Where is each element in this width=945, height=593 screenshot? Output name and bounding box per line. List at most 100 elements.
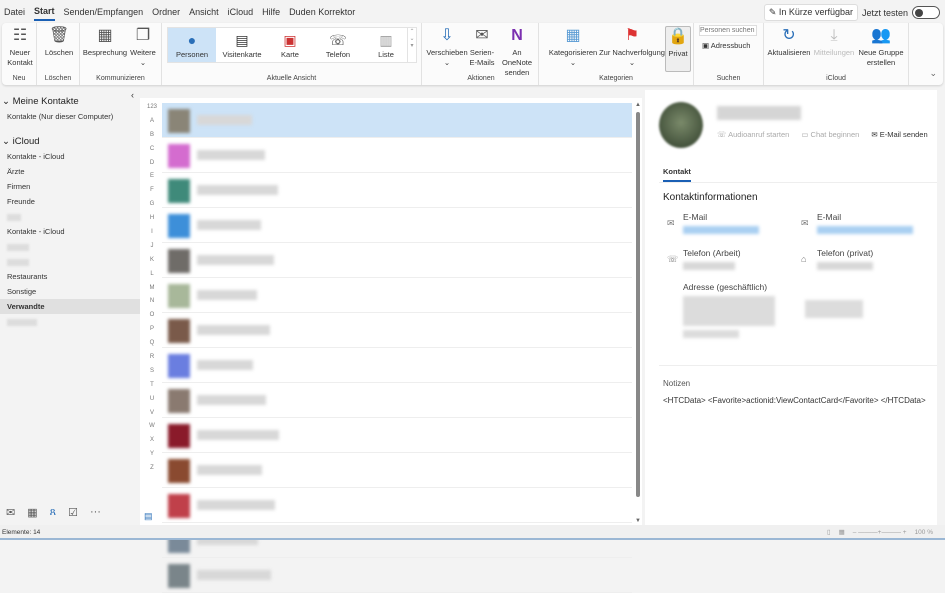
menu-start[interactable]: Start: [34, 3, 55, 21]
tab-kontakt[interactable]: Kontakt: [663, 167, 691, 182]
contact-row[interactable]: [162, 418, 632, 453]
alphabet-letter[interactable]: U: [142, 396, 162, 410]
alphabet-letter[interactable]: E: [142, 173, 162, 187]
categorize-button[interactable]: ▦ Kategorisieren ⌄: [547, 26, 599, 68]
alphabet-letter[interactable]: R: [142, 354, 162, 368]
alphabet-letter[interactable]: B: [142, 132, 162, 146]
folder-item[interactable]: [0, 209, 140, 224]
menu-duden[interactable]: Duden Korrektor: [289, 4, 355, 20]
calendar-icon[interactable]: ▦: [27, 506, 37, 519]
contact-row[interactable]: [162, 138, 632, 173]
contact-row[interactable]: [162, 383, 632, 418]
alphabet-letter[interactable]: S: [142, 368, 162, 382]
private-button[interactable]: 🔒 Privat: [665, 26, 691, 72]
refresh-button[interactable]: ↻ Aktualisieren: [766, 26, 812, 58]
view-karte[interactable]: ▣ Karte: [266, 28, 314, 62]
folder-item[interactable]: Kontakte (Nur dieser Computer): [0, 109, 140, 124]
contact-row[interactable]: [162, 313, 632, 348]
onenote-button[interactable]: N An OneNote senden: [497, 26, 537, 78]
alphabet-letter[interactable]: 123: [142, 104, 162, 118]
chat-button[interactable]: ▭ Chat beginnen: [801, 130, 859, 139]
menu-senden[interactable]: Senden/Empfangen: [64, 4, 144, 20]
zoom-slider[interactable]: – ———+——— +: [853, 525, 907, 540]
mail-icon[interactable]: ✉: [6, 506, 15, 519]
folder-item[interactable]: Kontakte - iCloud: [0, 149, 140, 164]
alphabet-letter[interactable]: P: [142, 326, 162, 340]
audio-call-button[interactable]: ☏ Audioanruf starten: [717, 130, 789, 139]
contact-card-icon[interactable]: ▤: [144, 511, 153, 522]
alphabet-letter[interactable]: N: [142, 298, 162, 312]
folder-item[interactable]: Kontakte - iCloud: [0, 224, 140, 239]
contact-row[interactable]: [162, 453, 632, 488]
folder-item[interactable]: Freunde: [0, 194, 140, 209]
notifications-button[interactable]: ⤓ Mitteilungen: [812, 26, 856, 58]
menu-ordner[interactable]: Ordner: [152, 4, 180, 20]
view-telefon[interactable]: ☏ Telefon: [314, 28, 362, 62]
email-value[interactable]: [683, 226, 759, 234]
alphabet-letter[interactable]: I: [142, 229, 162, 243]
alphabet-letter[interactable]: X: [142, 437, 162, 451]
contact-row[interactable]: [162, 488, 632, 523]
folder-item[interactable]: Ärzte: [0, 164, 140, 179]
more-button[interactable]: ❐ Weitere ⌄: [128, 26, 158, 68]
menu-datei[interactable]: Datei: [4, 4, 25, 20]
alphabet-letter[interactable]: T: [142, 382, 162, 396]
alphabet-letter[interactable]: F: [142, 187, 162, 201]
alphabet-letter[interactable]: A: [142, 118, 162, 132]
send-email-button[interactable]: ✉ E-Mail senden: [871, 130, 927, 139]
list-scrollbar[interactable]: [636, 112, 640, 497]
new-group-button[interactable]: 👥 Neue Gruppe erstellen: [856, 26, 906, 68]
normal-view-icon[interactable]: ▯: [827, 525, 831, 540]
contact-row[interactable]: [162, 173, 632, 208]
view-visitenkarte[interactable]: ▤ Visitenkarte: [218, 28, 266, 62]
alphabet-letter[interactable]: Q: [142, 340, 162, 354]
contact-row[interactable]: [162, 278, 632, 313]
folder-item[interactable]: Sonstige: [0, 284, 140, 299]
menu-ansicht[interactable]: Ansicht: [189, 4, 219, 20]
folder-item[interactable]: [0, 239, 140, 254]
alphabet-letter[interactable]: K: [142, 257, 162, 271]
mail-merge-button[interactable]: ✉ Serien-E-Mails: [468, 26, 496, 68]
menu-icloud[interactable]: iCloud: [228, 4, 254, 20]
view-liste[interactable]: ▥ Liste: [362, 28, 410, 62]
ribbon-expand-icon[interactable]: ⌄: [929, 68, 937, 79]
alphabet-letter[interactable]: J: [142, 243, 162, 257]
people-search-input[interactable]: [699, 25, 757, 36]
alphabet-letter[interactable]: D: [142, 160, 162, 174]
more-apps-icon[interactable]: ···: [90, 506, 101, 518]
folder-group-icloud[interactable]: ⌄ iCloud: [0, 134, 140, 149]
alphabet-letter[interactable]: V: [142, 410, 162, 424]
gallery-scroll[interactable]: ⌃ ⌄ ▾: [407, 28, 416, 62]
contact-row[interactable]: [162, 348, 632, 383]
meeting-button[interactable]: ▦ Besprechung: [82, 26, 128, 58]
folder-item[interactable]: Verwandte: [0, 299, 140, 314]
tasks-icon[interactable]: ☑: [68, 506, 78, 519]
alphabet-letter[interactable]: G: [142, 201, 162, 215]
try-now-toggle[interactable]: [912, 6, 940, 19]
reading-view-icon[interactable]: ▦: [839, 525, 845, 540]
alphabet-letter[interactable]: Z: [142, 465, 162, 479]
contact-row[interactable]: [162, 558, 632, 593]
scroll-up-icon[interactable]: ▲: [635, 102, 641, 108]
alphabet-letter[interactable]: O: [142, 312, 162, 326]
alphabet-letter[interactable]: L: [142, 271, 162, 285]
alphabet-letter[interactable]: C: [142, 146, 162, 160]
collapse-pane-icon[interactable]: ‹: [131, 90, 134, 100]
contact-row[interactable]: [162, 208, 632, 243]
contact-row[interactable]: [162, 243, 632, 278]
folder-item[interactable]: [0, 314, 140, 329]
alphabet-letter[interactable]: Y: [142, 451, 162, 465]
alphabet-letter[interactable]: H: [142, 215, 162, 229]
coming-soon-badge[interactable]: ✎ In Kürze verfügbar: [763, 4, 858, 21]
alphabet-letter[interactable]: W: [142, 423, 162, 437]
move-button[interactable]: ⇩ Verschieben ⌄: [426, 26, 468, 68]
people-icon[interactable]: ጸ: [50, 506, 56, 519]
folder-group-meine-kontakte[interactable]: ⌄ Meine Kontakte: [0, 94, 140, 109]
folder-item[interactable]: Restaurants: [0, 269, 140, 284]
email-value[interactable]: [817, 226, 913, 234]
view-personen[interactable]: ● Personen: [168, 28, 216, 62]
folder-item[interactable]: [0, 254, 140, 269]
menu-hilfe[interactable]: Hilfe: [262, 4, 280, 20]
new-contact-button[interactable]: ☷ Neuer Kontakt: [4, 26, 36, 68]
alphabet-letter[interactable]: M: [142, 285, 162, 299]
